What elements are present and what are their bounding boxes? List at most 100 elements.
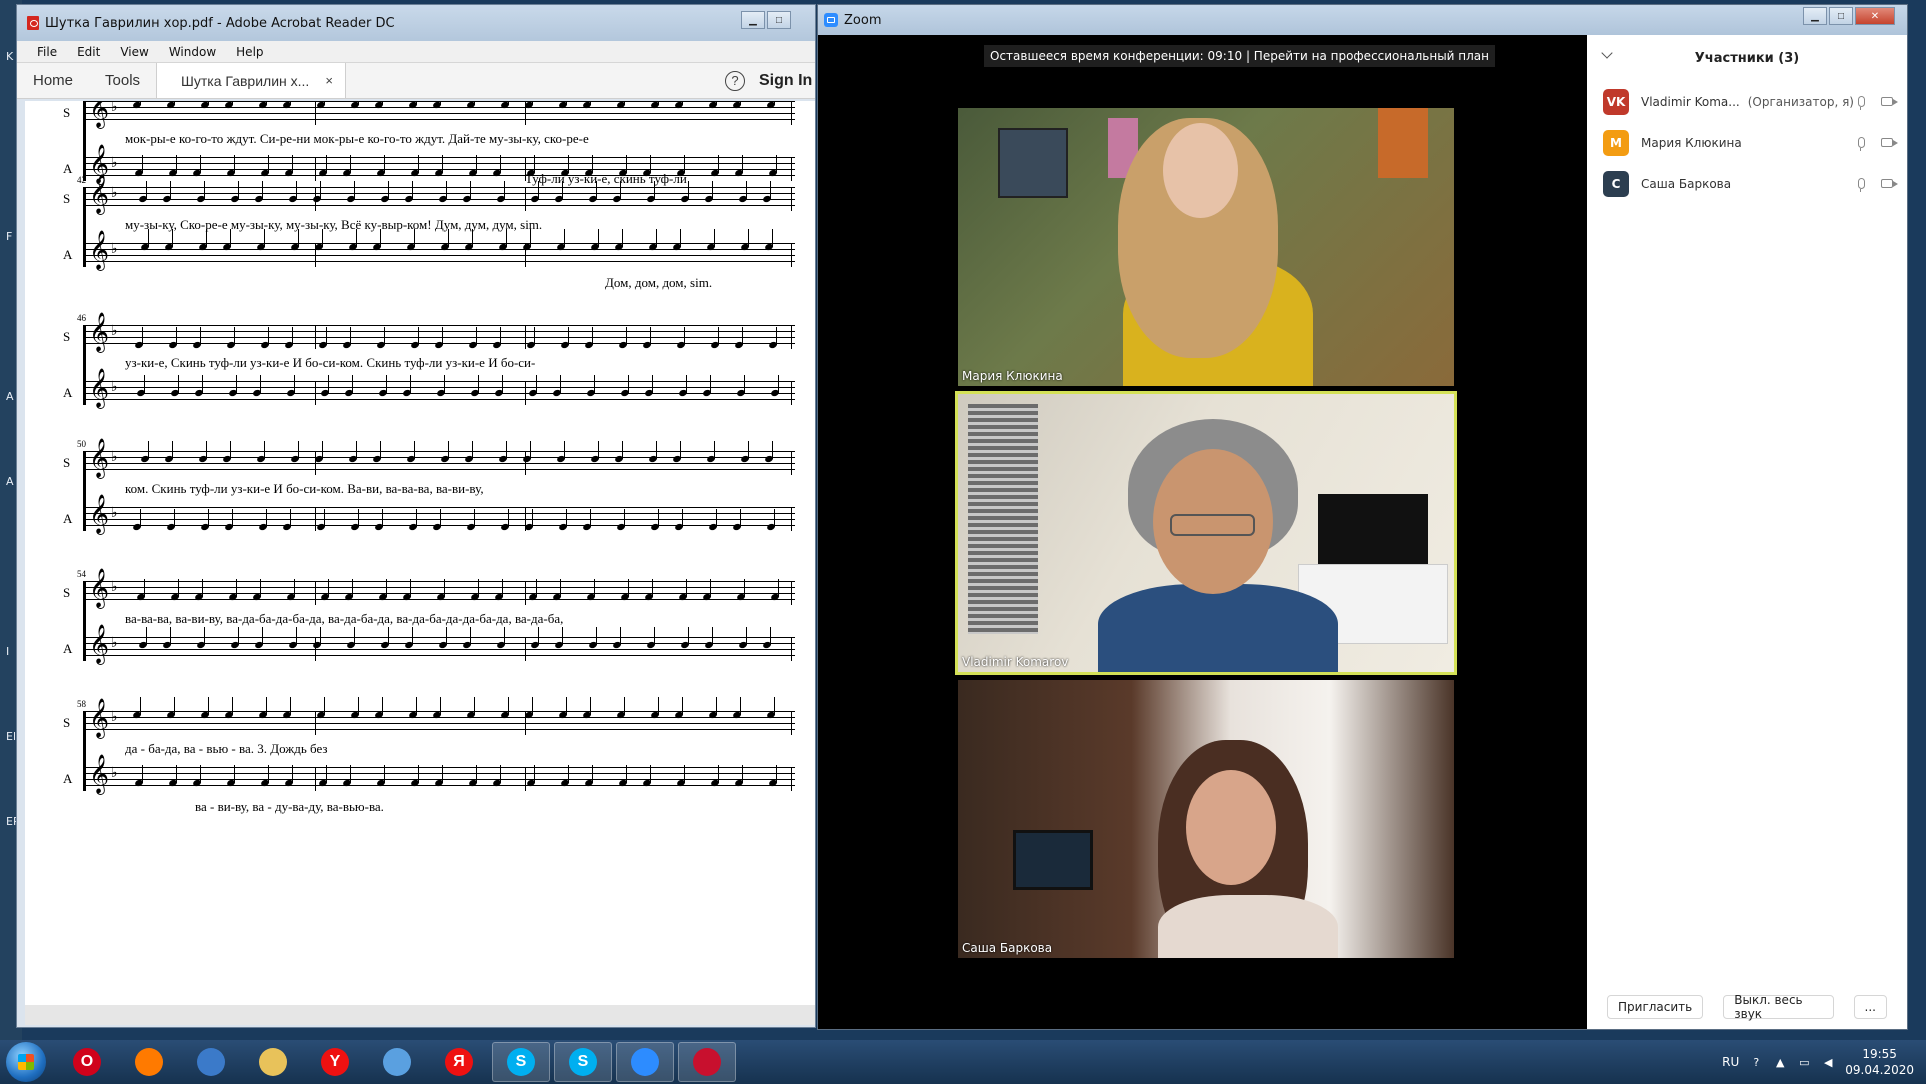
note-stem	[652, 375, 653, 393]
note-stem	[352, 375, 353, 393]
note-stem	[624, 509, 625, 527]
participant-row[interactable]: C Саша Баркова	[1587, 163, 1907, 204]
note-stem	[710, 375, 711, 393]
note-stem	[740, 101, 741, 105]
taskbar-explorer-button[interactable]	[244, 1042, 302, 1082]
language-indicator[interactable]: RU	[1722, 1055, 1739, 1069]
minimize-icon[interactable]: ▁	[741, 11, 765, 29]
help-icon[interactable]: ?	[725, 70, 745, 91]
note-stem	[654, 181, 655, 199]
note-stem	[416, 509, 417, 527]
close-icon[interactable]: ×	[325, 73, 333, 88]
minimize-icon[interactable]: ▁	[1803, 7, 1827, 25]
volume-icon[interactable]: ◀	[1821, 1055, 1835, 1069]
note-stem	[266, 101, 267, 105]
maximize-icon[interactable]: □	[767, 11, 791, 29]
tab-document[interactable]: Шутка Гаврилин х... ×	[156, 63, 346, 98]
camera-icon[interactable]	[1881, 179, 1898, 188]
note-stem	[172, 441, 173, 459]
invite-button[interactable]: Пригласить	[1607, 995, 1704, 1019]
zoom-titlebar[interactable]: Zoom	[818, 5, 1907, 35]
microphone-icon[interactable]	[1858, 96, 1865, 110]
taskbar-zoom-app-button[interactable]	[616, 1042, 674, 1082]
sign-in-button[interactable]: Sign In	[759, 72, 815, 90]
taskbar-acrobat-app-button[interactable]	[678, 1042, 736, 1082]
note-stem	[354, 181, 355, 199]
video-tile-vladimir[interactable]: Vladimir Komarov	[955, 391, 1457, 675]
note-stem	[774, 101, 775, 105]
menu-help[interactable]: Help	[236, 45, 263, 59]
note-stem	[268, 327, 269, 345]
participant-row[interactable]: M Мария Клюкина	[1587, 122, 1907, 163]
taskbar-yandex-browser-button[interactable]: Y	[306, 1042, 364, 1082]
mute-all-button[interactable]: Выкл. весь звук	[1723, 993, 1834, 1021]
flat-key-signature-icon: ♭	[111, 505, 118, 521]
lyrics-line: му-зы-ку, Ско-ре-е му-зы-ку, му-зы-ку, В…	[125, 217, 543, 232]
note-stem	[710, 579, 711, 597]
close-icon[interactable]: ✕	[1855, 7, 1895, 25]
alto-staff: A 𝄞 ♭	[63, 147, 795, 181]
note-stem	[440, 509, 441, 527]
taskbar-moon-app-button[interactable]	[368, 1042, 426, 1082]
note-stem	[740, 697, 741, 715]
taskbar-skype-2-button[interactable]: S	[554, 1042, 612, 1082]
note-stem	[146, 627, 147, 645]
voice-label: S	[63, 191, 71, 206]
barline	[525, 451, 526, 475]
participant-row[interactable]: VK Vladimir Koma... (Организатор, я)	[1587, 81, 1907, 122]
participants-list: VK Vladimir Koma... (Организатор, я) M Мария…	[1587, 81, 1907, 204]
menu-edit[interactable]: Edit	[77, 45, 100, 59]
barline	[525, 637, 526, 661]
note-stem	[622, 441, 623, 459]
barline	[525, 325, 526, 349]
start-button[interactable]	[6, 1042, 46, 1082]
note-stem	[140, 101, 141, 105]
note-stem	[684, 327, 685, 345]
clock[interactable]: 19:55 09.04.2020	[1845, 1046, 1914, 1078]
note-stem	[140, 697, 141, 715]
chevron-down-icon[interactable]	[1601, 47, 1613, 59]
taskbar-skype-1-button[interactable]: S	[492, 1042, 550, 1082]
tab-tools[interactable]: Tools	[89, 63, 156, 98]
note-stem	[532, 697, 533, 715]
taskbar-opera-button[interactable]: O	[58, 1042, 116, 1082]
barline	[315, 157, 316, 181]
maximize-icon[interactable]: □	[1829, 7, 1853, 25]
network-icon[interactable]: ▭	[1797, 1055, 1811, 1069]
note-stem	[682, 697, 683, 715]
note-stem	[590, 101, 591, 105]
video-tile-sasha[interactable]: Саша Баркова	[958, 680, 1454, 958]
microphone-icon[interactable]	[1858, 178, 1865, 192]
note-stem	[326, 155, 327, 173]
barline	[791, 507, 792, 531]
note-stem	[238, 181, 239, 199]
camera-icon[interactable]	[1881, 97, 1898, 106]
video-tile-maria[interactable]: Мария Клюкина	[958, 108, 1454, 386]
note-stem	[712, 627, 713, 645]
taskbar-firefox-button[interactable]	[120, 1042, 178, 1082]
menu-file[interactable]: File	[37, 45, 57, 59]
pdf-page[interactable]: S 𝄞 ♭ A 𝄞 ♭ мок-ры-е ко-го-то ждут. Си-ре-ни м…	[25, 101, 815, 1006]
show-hidden-icons-icon[interactable]: ▲	[1773, 1055, 1787, 1069]
meeting-timer-banner[interactable]: Оставшееся время конференции: 09:10 | Пе…	[984, 45, 1495, 67]
acrobat-titlebar[interactable]: Шутка Гаврилин хор.pdf - Adobe Acrobat R…	[17, 5, 815, 41]
menu-window[interactable]: Window	[169, 45, 216, 59]
more-options-button[interactable]: ...	[1853, 995, 1887, 1019]
participant-name: Саша Баркова	[1641, 176, 1732, 191]
taskbar-volume-app-button[interactable]	[182, 1042, 240, 1082]
voice-label: S	[63, 105, 71, 120]
note-stem	[594, 375, 595, 393]
avatar: C	[1603, 170, 1629, 197]
taskbar-yandex-button[interactable]: Я	[430, 1042, 488, 1082]
measure-number: 50	[77, 439, 86, 449]
help-icon[interactable]: ?	[1749, 1055, 1763, 1069]
note-stem	[290, 697, 291, 715]
note-stem	[260, 375, 261, 393]
camera-icon[interactable]	[1881, 138, 1898, 147]
microphone-icon[interactable]	[1858, 137, 1865, 151]
note-stem	[290, 509, 291, 527]
menu-view[interactable]: View	[120, 45, 148, 59]
barline	[791, 581, 792, 605]
tab-home[interactable]: Home	[17, 63, 89, 98]
note-stem	[358, 101, 359, 105]
